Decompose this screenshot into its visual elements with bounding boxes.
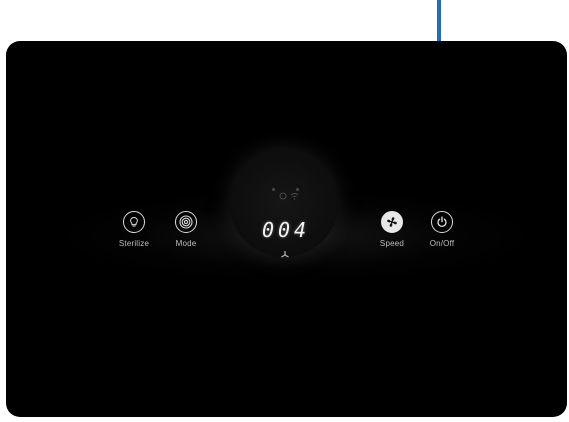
speed-icon-ring xyxy=(381,211,403,233)
mode-rings-icon xyxy=(179,215,193,229)
wifi-indicator-icon xyxy=(290,193,299,200)
sterilize-indicator-icon xyxy=(279,192,287,200)
mode-label: Mode xyxy=(175,239,197,248)
power-icon-ring xyxy=(431,211,453,233)
mode-icon-ring xyxy=(175,211,197,233)
speed-button[interactable]: Speed xyxy=(372,211,412,248)
sterilize-button[interactable]: Sterilize xyxy=(112,211,156,248)
power-label: On/Off xyxy=(429,239,455,248)
fan-indicator-icon xyxy=(281,251,289,258)
screenshot-stage: 004 Sterilize Mode Speed On/Off xyxy=(0,0,569,422)
indicator-dot-left xyxy=(272,188,275,191)
sterilize-label: Sterilize xyxy=(118,239,150,248)
power-icon xyxy=(437,216,447,228)
bulb-icon xyxy=(130,216,138,227)
fan-icon xyxy=(387,217,397,227)
speed-label: Speed xyxy=(379,239,405,248)
power-button[interactable]: On/Off xyxy=(422,211,462,248)
mode-button[interactable]: Mode xyxy=(166,211,206,248)
indicator-dot-right xyxy=(296,188,299,191)
sterilize-icon-ring xyxy=(123,211,145,233)
digital-readout: 004 xyxy=(261,218,311,242)
status-indicators xyxy=(270,186,302,200)
